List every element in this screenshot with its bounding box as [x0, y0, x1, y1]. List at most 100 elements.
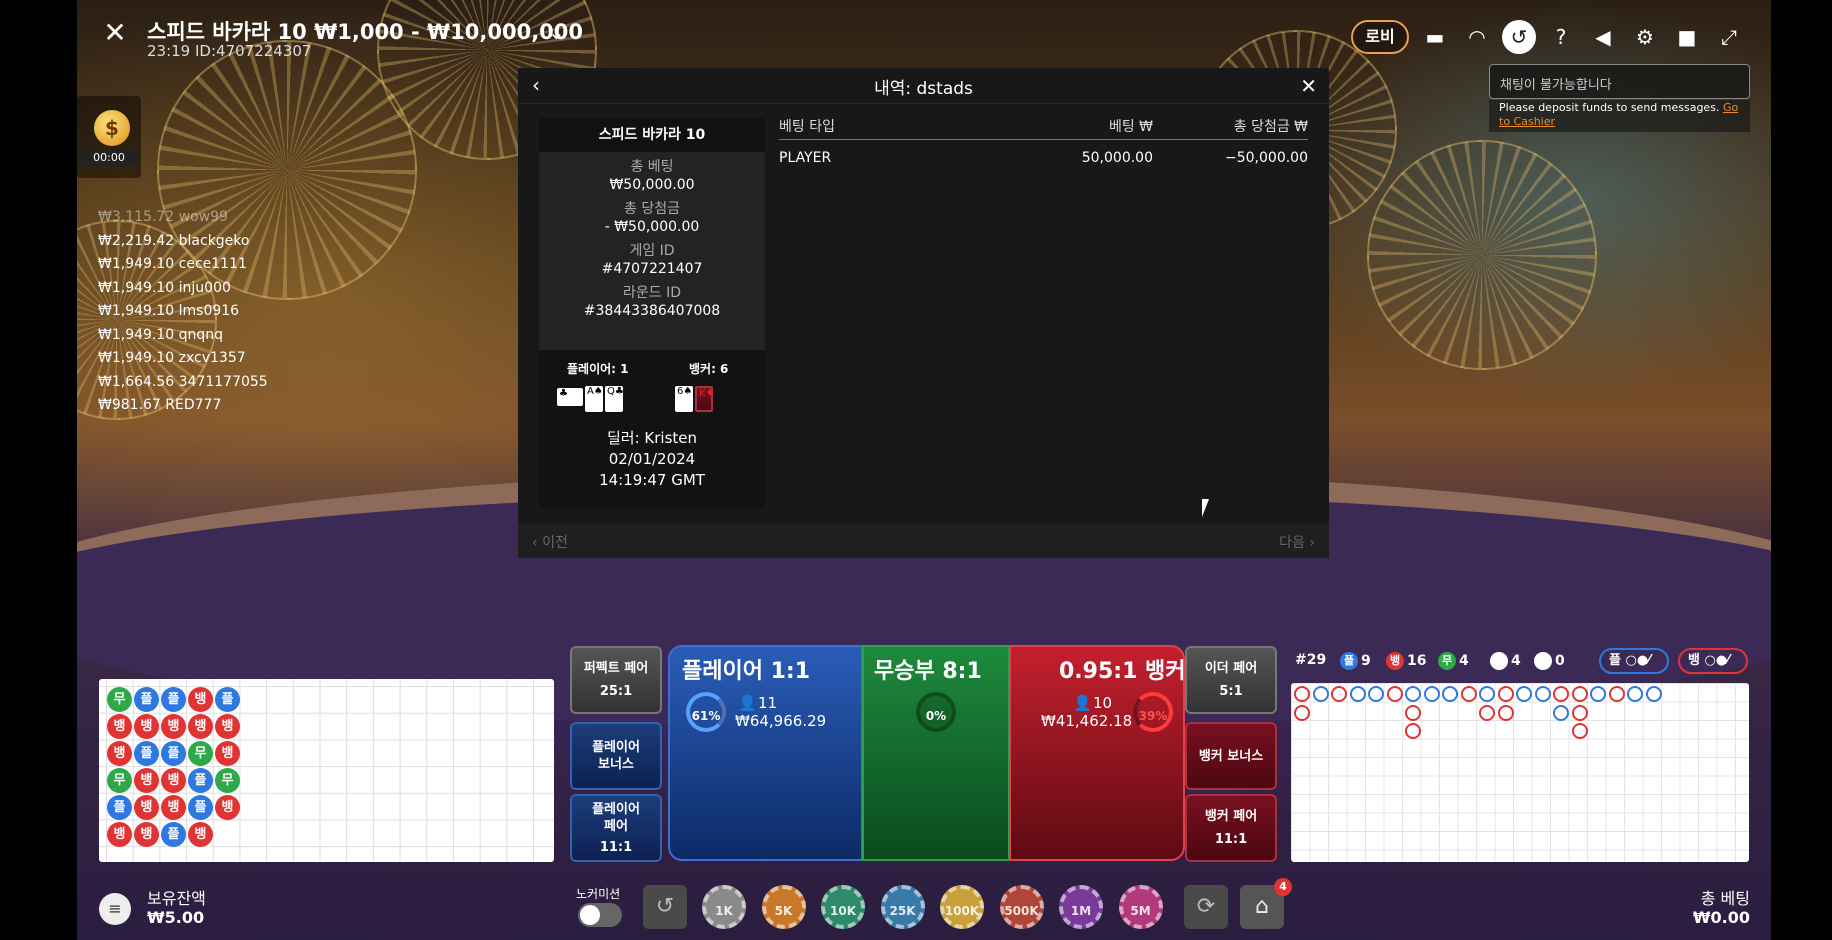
bead-road-cell: 플: [161, 687, 186, 712]
player-bonus-label: 플레이어 보너스: [592, 740, 640, 772]
either-pair-button[interactable]: 이더 페어 5:1: [1185, 646, 1277, 714]
road-mark: [1405, 686, 1421, 702]
close-icon[interactable]: ✕: [100, 18, 130, 48]
tie-bet-zone[interactable]: 무승부 8:1 0%: [862, 645, 1010, 861]
fullscreen-icon[interactable]: ⤢: [1712, 20, 1746, 54]
close-icon[interactable]: ✕: [1300, 74, 1317, 98]
round-id-label: 라운드 ID: [623, 285, 681, 301]
player-predict-button[interactable]: 플 ○●⁄: [1599, 648, 1669, 674]
win-amount: −50,000.00: [1225, 150, 1308, 166]
bead-road-cell: 플: [188, 768, 213, 793]
player-bet-zone[interactable]: 플레이어 1:1 61% 👤 11 ₩64,966.29: [668, 645, 863, 861]
banker-pair-dot-icon: [1534, 652, 1552, 670]
chip-1m[interactable]: 1M: [1059, 885, 1103, 929]
player-dot-icon: 플: [1340, 652, 1358, 670]
player-bonus-button[interactable]: 플레이어 보너스: [570, 722, 662, 790]
banker-amount: ₩41,462.18: [1041, 712, 1133, 730]
player-pairs: 4: [1490, 652, 1521, 670]
bet-type: PLAYER: [779, 150, 832, 166]
bead-road-cell: 뱅: [215, 741, 240, 766]
banker-score: 뱅커: 6: [689, 362, 729, 376]
game-subtitle: 23:19 ID:4707224307: [147, 42, 312, 60]
winners-list: ₩3,115.72 wow99 ₩2,219.42 blackgeko ₩1,9…: [98, 206, 268, 418]
next-button[interactable]: 다음 ›: [1279, 532, 1315, 552]
modal-title: 내역: dstads: [874, 79, 973, 99]
prev-label: 이전: [542, 535, 568, 551]
player-predict-label: 플: [1609, 653, 1621, 668]
bead-road-cell: 뱅: [107, 822, 132, 847]
banker-bonus-label: 뱅커 보너스: [1198, 748, 1264, 764]
col-total-win: 총 당첨금 ₩: [1233, 119, 1308, 135]
bead-road-cell: 무: [107, 687, 132, 712]
bead-road: 무뱅뱅무플뱅플뱅플뱅뱅뱅플뱅플뱅뱅플뱅뱅무플플뱅플뱅뱅무뱅: [99, 679, 554, 862]
total-bet-label: 총 베팅: [1700, 889, 1750, 908]
player-percent: 61%: [686, 692, 726, 732]
road-mark: [1497, 704, 1514, 721]
chip-5m[interactable]: 5M: [1118, 885, 1163, 929]
player-pair-button[interactable]: 플레이어 페어 11:1: [570, 794, 662, 862]
bead-road-cell: 뱅: [188, 714, 213, 739]
undo-button[interactable]: ↺: [643, 885, 687, 929]
repeat-button[interactable]: ⟳: [1184, 885, 1228, 929]
player-pair-dot-icon: [1490, 652, 1508, 670]
prev-button[interactable]: ‹ 이전: [532, 532, 568, 552]
chat-input[interactable]: 채팅이 불가능합니다: [1489, 64, 1750, 99]
video-icon[interactable]: ■: [1670, 20, 1704, 54]
road-mark: [1479, 686, 1495, 702]
modal-header: ‹ 내역: dstads ✕: [518, 68, 1329, 104]
history-icon[interactable]: ↺: [1502, 20, 1536, 54]
bead-road-cell: 뱅: [134, 795, 159, 820]
road-mark: [1553, 686, 1569, 702]
road-mark: [1423, 686, 1440, 702]
cards-area: 플레이어: 1 뱅커: 6 ♣ A♠ Q♣ 6♠ K♦ 딜러: Kristen …: [539, 350, 765, 508]
total-bet-value: ₩0.00: [1692, 908, 1750, 927]
road-mark: [1479, 704, 1495, 721]
bead-road-cell: 플: [188, 795, 213, 820]
chip-1k[interactable]: 1K: [702, 885, 746, 929]
road-mark: [1460, 686, 1477, 702]
chip-10k[interactable]: 10K: [821, 885, 865, 929]
banker-pairs: 0: [1534, 652, 1565, 670]
playing-card: K♦: [695, 386, 715, 412]
player-pair-odds: 11:1: [599, 839, 633, 855]
road-mark: [1627, 686, 1643, 702]
road-mark: [1590, 686, 1606, 702]
headset-icon[interactable]: ◠: [1460, 20, 1494, 54]
modal-footer: ‹ 이전 다음 ›: [518, 524, 1329, 558]
help-icon[interactable]: ?: [1544, 20, 1578, 54]
chevron-down-icon[interactable]: ⌄: [548, 20, 565, 44]
chat-icon[interactable]: ▬: [1418, 20, 1452, 54]
balance-label: 보유잔액: [147, 889, 206, 908]
balance-value: ₩5.00: [147, 908, 205, 927]
road-mark: [1571, 723, 1588, 739]
chip-500k[interactable]: 500K: [999, 885, 1044, 929]
chip-5k[interactable]: 5K: [761, 885, 806, 929]
banker-predict-button[interactable]: 뱅 ○●⁄: [1678, 648, 1748, 674]
bead-road-cell: 플: [134, 687, 159, 712]
chat-note-text: Please deposit funds to send messages.: [1499, 101, 1720, 114]
road-mark: [1349, 686, 1366, 702]
winner-item: ₩1,949.10 zxcv1357: [98, 350, 246, 366]
winner-item: ₩3,115.72 wow99: [98, 209, 228, 225]
volume-icon[interactable]: ◀: [1586, 20, 1620, 54]
either-pair-odds: 5:1: [1219, 684, 1243, 699]
road-mark: [1405, 704, 1421, 721]
no-commission-toggle[interactable]: [578, 903, 622, 927]
chip-25k[interactable]: 25K: [880, 885, 925, 929]
bead-road-cell: 플: [215, 687, 240, 712]
lobby-button[interactable]: 로비: [1351, 20, 1409, 54]
banker-bet-zone[interactable]: 0.95:1 뱅커 👤 10 ₩41,462.18 39%: [1009, 645, 1186, 861]
chip-100k[interactable]: 100K: [940, 885, 984, 929]
banker-dot-icon: 뱅: [1386, 652, 1404, 670]
bead-road-cell: 무: [215, 768, 240, 793]
banker-pair-button[interactable]: 뱅커 페어 11:1: [1185, 794, 1277, 862]
playing-card: ♣: [557, 388, 583, 406]
bet-table-header: 베팅 타입 베팅 ₩ 총 당첨금 ₩: [779, 116, 1308, 140]
toggle-knob: [580, 905, 600, 925]
winner-item: ₩1,949.10 cece1111: [98, 256, 247, 272]
gear-icon[interactable]: ⚙: [1628, 20, 1662, 54]
chip-stack-icon: ≡: [99, 893, 131, 925]
money-bag-icon: $: [94, 110, 130, 146]
perfect-pair-button[interactable]: 퍼펙트 페어 25:1: [570, 646, 662, 714]
banker-bonus-button[interactable]: 뱅커 보너스: [1185, 722, 1277, 790]
